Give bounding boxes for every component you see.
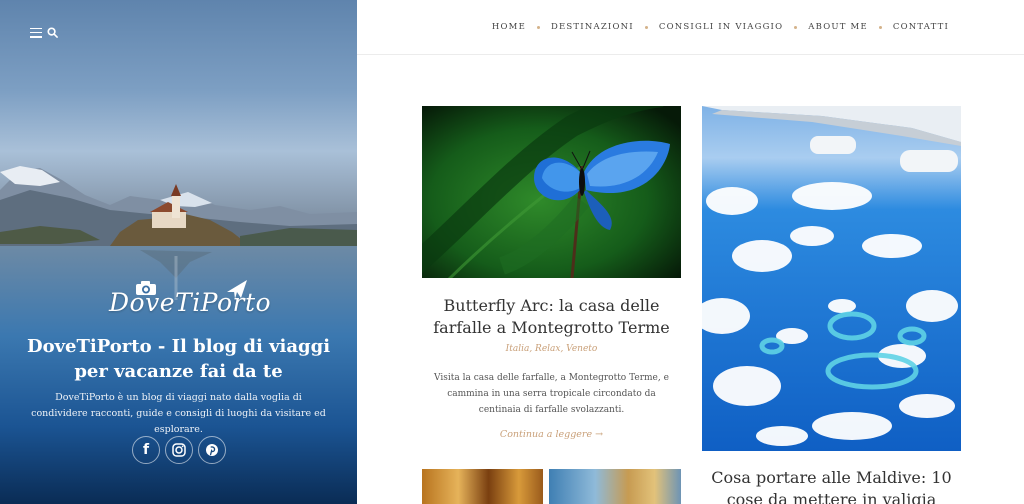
header-controls — [30, 27, 58, 38]
site-description: DoveTiPorto è un blog di viaggi nato dal… — [31, 392, 326, 435]
facebook-icon[interactable]: f — [132, 436, 160, 464]
social-links: f — [132, 436, 226, 464]
instagram-icon[interactable] — [165, 436, 193, 464]
nav-separator — [794, 25, 798, 29]
nav-item-destinazioni[interactable]: DESTINAZIONI — [551, 22, 634, 32]
nav-item-consigli-in-viaggio[interactable]: CONSIGLI IN VIAGGIO — [659, 22, 783, 32]
menu-icon[interactable] — [30, 27, 42, 38]
airplane-icon — [227, 280, 247, 299]
post-categories[interactable]: Italia, Relax, Veneto — [422, 344, 681, 354]
search-icon[interactable] — [47, 27, 58, 38]
read-more-link[interactable]: Continua a leggere → — [422, 429, 681, 440]
post-image-thumbnail[interactable] — [422, 469, 543, 504]
main-navigation: HOME DESTINAZIONI CONSIGLI IN VIAGGIO AB… — [357, 0, 1024, 55]
post-image-thumbnail[interactable] — [549, 469, 681, 504]
post-excerpt: Visita la casa delle farfalle, a Montegr… — [434, 373, 669, 415]
site-logo[interactable]: DoveTiPorto — [105, 278, 271, 322]
nav-separator — [536, 25, 540, 29]
nav-item-home[interactable]: HOME — [492, 22, 526, 32]
site-title[interactable]: DoveTiPorto - Il blog di viaggi per vaca… — [20, 334, 337, 384]
pinterest-icon[interactable] — [198, 436, 226, 464]
nav-list: HOME DESTINAZIONI CONSIGLI IN VIAGGIO AB… — [492, 22, 949, 32]
post-image-maldives[interactable] — [702, 106, 961, 451]
maldives-aerial-photo — [702, 106, 961, 451]
post-image-butterfly[interactable] — [422, 106, 681, 278]
hero-panel: DoveTiPorto DoveTiPorto - Il blog di via… — [0, 0, 357, 504]
post-title[interactable]: Cosa portare alle Maldive: 10 cose da me… — [702, 467, 961, 504]
facebook-glyph: f — [142, 442, 150, 458]
post-title[interactable]: Butterfly Arc: la casa delle farfalle a … — [422, 295, 681, 339]
nav-separator — [878, 25, 882, 29]
nav-separator — [644, 25, 648, 29]
pinterest-glyph — [206, 444, 218, 456]
instagram-glyph — [172, 443, 186, 457]
butterfly-photo — [422, 106, 681, 278]
nav-item-contatti[interactable]: CONTATTI — [893, 22, 949, 32]
nav-item-about-me[interactable]: ABOUT ME — [808, 22, 868, 32]
